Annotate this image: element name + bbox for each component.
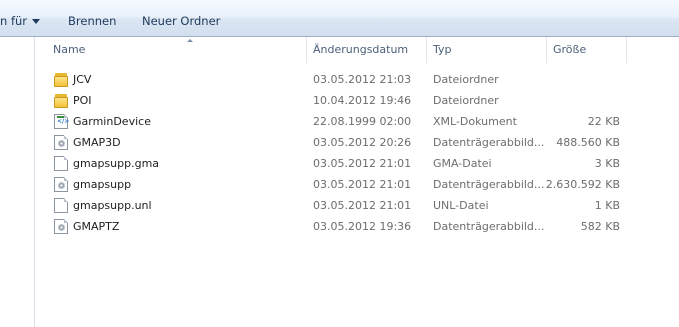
file-icon (54, 156, 68, 171)
file-name: POI (73, 94, 92, 107)
burn-button[interactable]: Brennen (68, 13, 116, 29)
share-with-button[interactable]: n für (0, 13, 41, 29)
file-row[interactable]: GMAPTZ 03.05.2012 19:36 Datenträgerabbil… (35, 216, 635, 237)
file-row[interactable]: gmapsupp 03.05.2012 21:01 Datenträgerabb… (35, 174, 635, 195)
column-header-size[interactable]: Größe (547, 37, 627, 63)
sort-ascending-icon (187, 39, 193, 42)
file-name: gmapsupp.gma (73, 157, 160, 170)
file-row[interactable]: gmapsupp.gma 03.05.2012 21:01 GMA-Datei … (35, 153, 635, 174)
navigation-pane[interactable] (0, 37, 35, 327)
file-size (545, 90, 620, 111)
file-date: 03.05.2012 21:03 (313, 73, 412, 86)
file-date: 03.05.2012 21:01 (313, 157, 412, 170)
new-folder-button[interactable]: Neuer Ordner (142, 13, 220, 29)
file-row[interactable]: JCV 03.05.2012 21:03 Dateiordner (35, 69, 635, 90)
file-date: 03.05.2012 21:01 (313, 199, 412, 212)
share-with-label: n für (0, 14, 28, 28)
file-row[interactable]: gmapsupp.unl 03.05.2012 21:01 UNL-Datei … (35, 195, 635, 216)
file-type: UNL-Datei (433, 199, 489, 212)
column-header-name[interactable]: Name (47, 37, 307, 63)
file-type: XML-Dokument (433, 115, 517, 128)
file-size: 1 KB (594, 199, 620, 212)
disk-image-icon (54, 219, 68, 234)
folder-icon (54, 93, 68, 108)
chevron-down-icon (32, 19, 41, 24)
file-type: Dateiordner (433, 73, 499, 86)
disk-image-icon (54, 135, 68, 150)
file-size: 3 KB (594, 157, 620, 170)
file-row[interactable]: </> GarminDevice 22.08.1999 02:00 XML-Do… (35, 111, 635, 132)
file-name: GMAP3D (73, 136, 121, 149)
column-header-date[interactable]: Änderungsdatum (307, 37, 427, 63)
command-bar: n für Brennen Neuer Ordner (0, 0, 679, 37)
file-size: 488.560 KB (556, 136, 620, 149)
file-name: GarminDevice (73, 115, 151, 128)
file-name: GMAPTZ (73, 220, 120, 233)
xml-file-icon: </> (54, 114, 69, 129)
folder-icon (54, 72, 68, 87)
file-size: 582 KB (580, 220, 620, 233)
file-type: Datenträgerabbild... (433, 178, 545, 191)
file-date: 03.05.2012 20:26 (313, 136, 412, 149)
file-date: 03.05.2012 19:36 (313, 220, 412, 233)
file-row[interactable]: POI 10.04.2012 19:46 Dateiordner (35, 90, 635, 111)
file-size: 2.630.592 KB (545, 178, 620, 191)
file-type: Datenträgerabbild... (433, 220, 545, 233)
column-header-name-label: Name (53, 43, 86, 56)
file-row[interactable]: GMAP3D 03.05.2012 20:26 Datenträgerabbil… (35, 132, 635, 153)
file-name: gmapsupp (73, 178, 132, 191)
file-date: 10.04.2012 19:46 (313, 94, 412, 107)
file-name: gmapsupp.unl (73, 199, 152, 212)
file-type: Dateiordner (433, 94, 499, 107)
file-date: 03.05.2012 21:01 (313, 178, 412, 191)
column-header-type[interactable]: Typ (427, 37, 547, 63)
file-name: JCV (73, 73, 92, 86)
file-type: Datenträgerabbild... (433, 136, 545, 149)
disk-image-icon (54, 177, 68, 192)
file-type: GMA-Datei (433, 157, 492, 170)
file-icon (54, 198, 68, 213)
file-size (545, 69, 620, 90)
file-size: 22 KB (587, 115, 620, 128)
column-header-row: Name Änderungsdatum Typ Größe (35, 37, 679, 63)
file-date: 22.08.1999 02:00 (313, 115, 412, 128)
